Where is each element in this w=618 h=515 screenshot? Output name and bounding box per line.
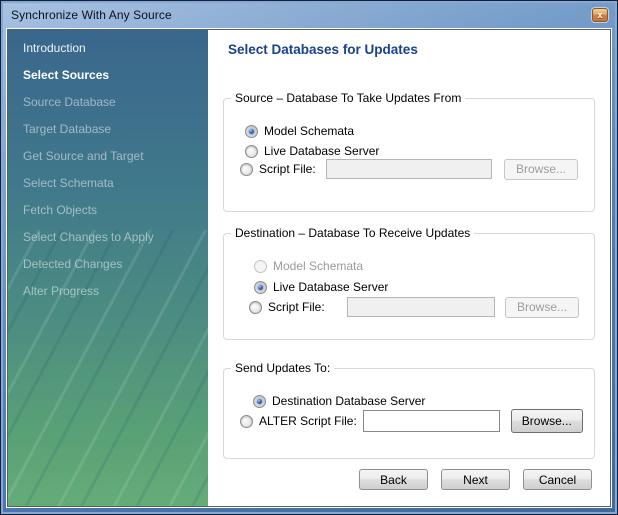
wizard-footer: Back Next Cancel — [359, 469, 592, 490]
radio-alter-script-file[interactable] — [240, 415, 253, 428]
radio-label: ALTER Script File: — [259, 414, 357, 428]
client-area: Introduction Select Sources Source Datab… — [6, 28, 612, 508]
radio-source-live-database-server[interactable] — [245, 145, 258, 158]
window-title: Synchronize With Any Source — [11, 8, 172, 22]
sidebar-item-target-database: Target Database — [8, 116, 208, 143]
destination-script-file-input — [347, 297, 495, 317]
wizard-steps-sidebar: Introduction Select Sources Source Datab… — [8, 30, 208, 506]
group-send-updates: Send Updates To: Destination Database Se… — [223, 368, 595, 459]
option-row: Script File: Browse... — [249, 296, 579, 318]
radio-destination-live-database-server[interactable] — [254, 281, 267, 294]
alter-browse-button[interactable]: Browse... — [511, 409, 583, 433]
source-browse-button: Browse... — [504, 159, 578, 180]
sidebar-item-source-database: Source Database — [8, 89, 208, 116]
group-destination: Destination – Database To Receive Update… — [223, 233, 595, 340]
sidebar-item-detected-changes: Detected Changes — [8, 251, 208, 278]
option-row: Live Database Server — [254, 279, 388, 295]
radio-label: Script File: — [259, 162, 320, 176]
sidebar-item-alter-progress: Alter Progress — [8, 278, 208, 305]
sidebar-item-introduction: Introduction — [8, 35, 208, 62]
cancel-button[interactable]: Cancel — [523, 469, 592, 490]
group-source-legend: Source – Database To Take Updates From — [231, 91, 465, 105]
close-icon: x — [597, 11, 602, 20]
option-row: ALTER Script File: Browse... — [240, 410, 583, 432]
radio-destination-script-file[interactable] — [249, 301, 262, 314]
wizard-window: Synchronize With Any Source x Introducti… — [0, 0, 618, 515]
radio-source-model-schemata[interactable] — [245, 125, 258, 138]
source-script-file-input — [326, 159, 492, 179]
radio-label: Live Database Server — [264, 144, 379, 158]
main-content: Select Databases for Updates Source – Da… — [208, 30, 610, 506]
sidebar-item-select-schemata: Select Schemata — [8, 170, 208, 197]
option-row: Model Schemata — [254, 258, 363, 274]
close-button[interactable]: x — [592, 8, 608, 22]
group-source: Source – Database To Take Updates From M… — [223, 98, 595, 212]
group-send-updates-legend: Send Updates To: — [231, 361, 334, 375]
sidebar-item-get-source-and-target: Get Source and Target — [8, 143, 208, 170]
back-button[interactable]: Back — [359, 469, 428, 490]
radio-label: Script File: — [268, 300, 341, 314]
destination-browse-button: Browse... — [505, 297, 579, 318]
next-button[interactable]: Next — [441, 469, 510, 490]
radio-label: Model Schemata — [273, 259, 363, 273]
radio-source-script-file[interactable] — [240, 163, 253, 176]
sidebar-item-select-changes-to-apply: Select Changes to Apply — [8, 224, 208, 251]
radio-label: Model Schemata — [264, 124, 354, 138]
radio-destination-database-server[interactable] — [253, 395, 266, 408]
alter-script-file-input[interactable] — [363, 410, 500, 432]
option-row: Destination Database Server — [253, 393, 425, 409]
sidebar-item-fetch-objects: Fetch Objects — [8, 197, 208, 224]
client-inner: Introduction Select Sources Source Datab… — [7, 29, 611, 507]
radio-label: Destination Database Server — [272, 394, 425, 408]
option-row: Script File: Browse... — [240, 158, 578, 180]
option-row: Live Database Server — [245, 143, 379, 159]
radio-label: Live Database Server — [273, 280, 388, 294]
option-row: Model Schemata — [245, 123, 354, 139]
page-title: Select Databases for Updates — [228, 42, 418, 57]
sidebar-item-select-sources: Select Sources — [8, 62, 208, 89]
title-bar[interactable]: Synchronize With Any Source x — [4, 4, 614, 26]
radio-destination-model-schemata — [254, 260, 267, 273]
group-destination-legend: Destination – Database To Receive Update… — [231, 226, 474, 240]
